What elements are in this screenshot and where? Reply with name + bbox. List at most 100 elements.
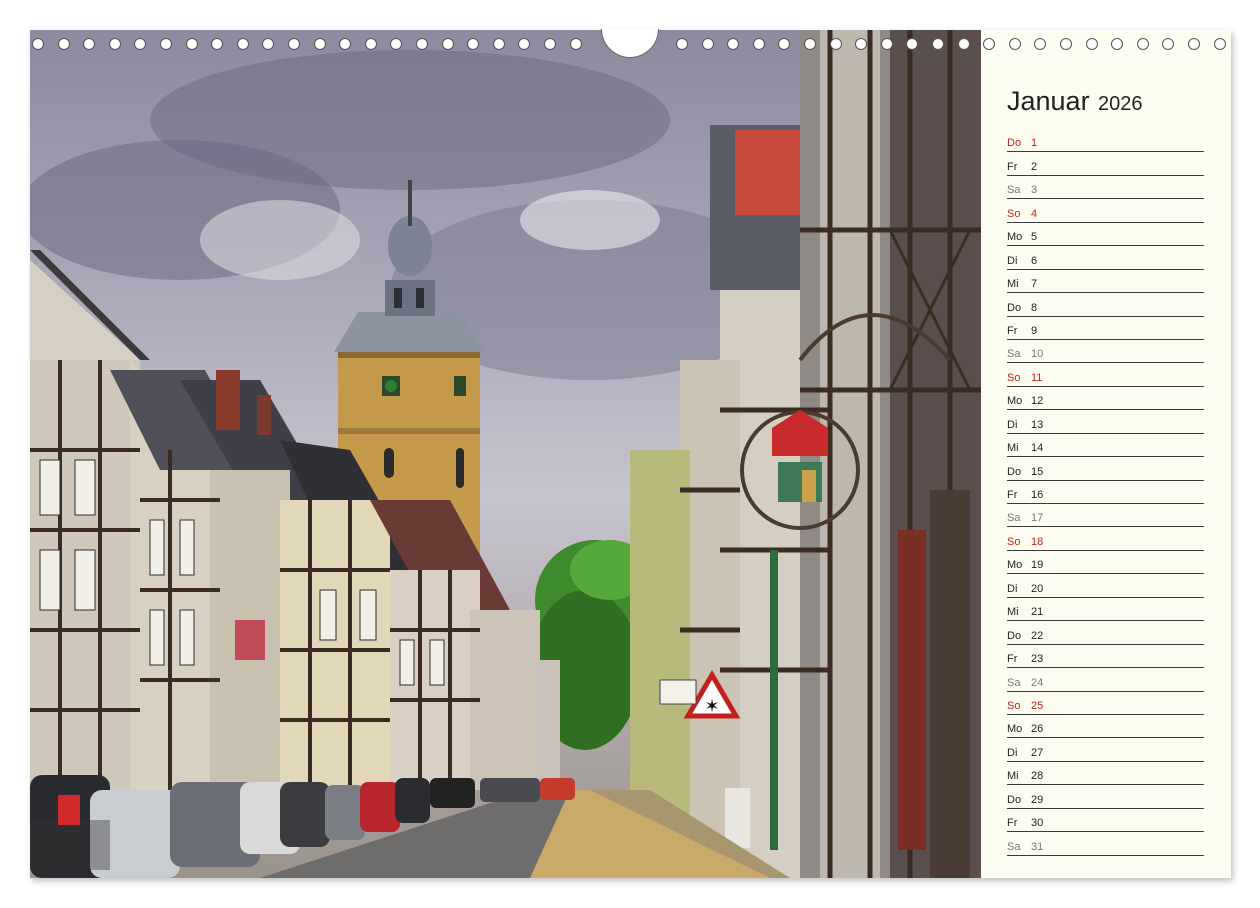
day-row: Do 1 — [1007, 129, 1204, 153]
day-number: 24 — [1031, 676, 1044, 689]
month-heading: Januar 2026 — [1007, 86, 1143, 117]
weekday-label: Di — [1007, 418, 1018, 431]
street-photo: ✶ — [30, 30, 981, 878]
day-row: Fr 2 — [1007, 152, 1204, 176]
day-row: Sa 3 — [1007, 176, 1204, 200]
weekday-label: Do — [1007, 629, 1022, 642]
weekday-label: So — [1007, 699, 1021, 712]
day-number: 21 — [1031, 606, 1044, 619]
svg-text:✶: ✶ — [704, 696, 719, 717]
day-row: Di 20 — [1007, 574, 1204, 598]
day-number: 26 — [1031, 723, 1044, 736]
day-row: Di 13 — [1007, 410, 1204, 434]
day-row: Sa 17 — [1007, 504, 1204, 528]
weekday-label: Fr — [1007, 160, 1018, 173]
day-row: Fr 30 — [1007, 809, 1204, 833]
weekday-label: Mo — [1007, 723, 1023, 736]
day-number: 22 — [1031, 629, 1044, 642]
day-row: Mo 12 — [1007, 387, 1204, 411]
day-row: Do 15 — [1007, 457, 1204, 481]
year: 2026 — [1098, 93, 1143, 115]
day-row: Mi 14 — [1007, 434, 1204, 458]
day-row: Di 6 — [1007, 246, 1204, 270]
day-row: Fr 16 — [1007, 481, 1204, 504]
day-number: 29 — [1031, 793, 1044, 806]
day-row: Mi 7 — [1007, 270, 1204, 294]
day-row: Sa 10 — [1007, 340, 1204, 364]
day-number: 1 — [1031, 137, 1038, 150]
day-number: 27 — [1031, 746, 1044, 759]
weekday-label: Di — [1007, 746, 1018, 759]
weekday-label: Mi — [1007, 770, 1019, 783]
weekday-label: Mi — [1007, 278, 1019, 291]
weekday-label: Do — [1007, 465, 1022, 478]
weekday-label: Di — [1007, 582, 1018, 595]
weekday-label: Do — [1007, 137, 1022, 150]
day-row: Mo 26 — [1007, 715, 1204, 739]
day-number: 2 — [1031, 160, 1038, 173]
weekday-label: Fr — [1007, 489, 1018, 501]
day-row: So 4 — [1007, 199, 1204, 223]
month-name: Januar — [1007, 86, 1090, 116]
calendar-panel: Januar 2026 Do 1 Fr 2 Sa 3 So 4 Mo 5 Di 6 Mi 7 Do 8 Fr 9 S… — [981, 30, 1231, 878]
day-number: 12 — [1031, 395, 1044, 408]
day-number: 15 — [1031, 465, 1044, 478]
day-number: 30 — [1031, 817, 1044, 830]
day-number: 23 — [1031, 653, 1044, 666]
day-number: 3 — [1031, 184, 1038, 197]
weekday-label: Fr — [1007, 653, 1018, 666]
day-row: Sa 24 — [1007, 668, 1204, 692]
weekday-label: Sa — [1007, 348, 1021, 361]
weekday-label: So — [1007, 207, 1021, 220]
day-number: 5 — [1031, 231, 1038, 244]
day-number: 9 — [1031, 324, 1038, 337]
day-row: So 18 — [1007, 527, 1204, 551]
day-row: Mi 21 — [1007, 598, 1204, 622]
day-list: Do 1 Fr 2 Sa 3 So 4 Mo 5 Di 6 Mi 7 Do 8 Fr 9 Sa 10 So 11 Mo 12 D… — [1007, 129, 1204, 856]
weekday-label: Mi — [1007, 442, 1019, 455]
weekday-label: Sa — [1007, 840, 1021, 853]
day-number: 11 — [1031, 371, 1043, 384]
weekday-label: So — [1007, 371, 1021, 384]
day-row: Mo 5 — [1007, 223, 1204, 247]
day-number: 31 — [1031, 840, 1044, 853]
day-number: 14 — [1031, 442, 1044, 455]
day-row: Sa 31 — [1007, 832, 1204, 856]
weekday-label: Mo — [1007, 231, 1023, 244]
day-number: 6 — [1031, 254, 1038, 267]
day-number: 13 — [1031, 418, 1044, 431]
weekday-label: Di — [1007, 254, 1018, 267]
day-number: 10 — [1031, 348, 1044, 361]
weekday-label: Sa — [1007, 676, 1021, 689]
day-number: 20 — [1031, 582, 1044, 595]
day-row: Mi 28 — [1007, 762, 1204, 786]
day-number: 7 — [1031, 278, 1038, 291]
day-row: Do 8 — [1007, 293, 1204, 317]
weekday-label: Fr — [1007, 324, 1018, 337]
day-number: 4 — [1031, 207, 1038, 220]
right-buildings: ✶ — [630, 30, 981, 878]
day-row: So 11 — [1007, 363, 1204, 387]
weekday-label: Mo — [1007, 559, 1023, 572]
day-number: 18 — [1031, 535, 1044, 548]
weekday-label: Do — [1007, 793, 1022, 806]
weekday-label: So — [1007, 535, 1021, 548]
day-number: 17 — [1031, 512, 1044, 525]
day-row: Do 29 — [1007, 785, 1204, 809]
day-row: Do 22 — [1007, 621, 1204, 645]
calendar-page: ✶ Januar 2026 Do 1 Fr 2 Sa 3 So 4 Mo 5 D… — [30, 30, 1231, 878]
day-row: Fr 9 — [1007, 317, 1204, 340]
weekday-label: Fr — [1007, 817, 1018, 830]
day-row: So 25 — [1007, 692, 1204, 715]
day-row: Fr 23 — [1007, 645, 1204, 669]
weekday-label: Sa — [1007, 512, 1021, 525]
weekday-label: Do — [1007, 301, 1022, 314]
street-scene-illustration: ✶ — [30, 30, 981, 878]
day-row: Mo 19 — [1007, 551, 1204, 575]
weekday-label: Mo — [1007, 395, 1023, 408]
weekday-label: Sa — [1007, 184, 1021, 197]
day-number: 19 — [1031, 559, 1044, 572]
day-number: 8 — [1031, 301, 1038, 314]
day-number: 16 — [1031, 489, 1044, 501]
day-number: 25 — [1031, 699, 1044, 712]
